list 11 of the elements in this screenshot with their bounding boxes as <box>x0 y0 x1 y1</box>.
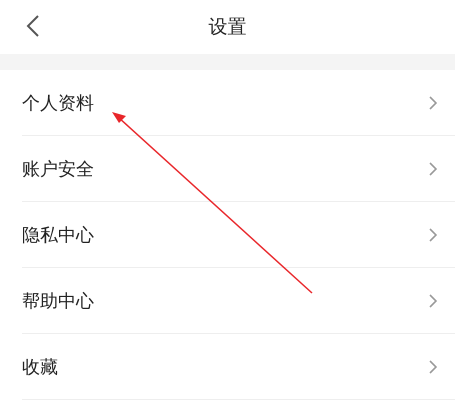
chevron-right-icon <box>429 162 437 176</box>
page-title: 设置 <box>208 15 246 40</box>
chevron-right-icon <box>429 228 437 242</box>
chevron-right-icon <box>429 360 437 374</box>
chevron-right-icon <box>429 96 437 110</box>
menu-item[interactable]: 隐私中心 <box>22 202 455 268</box>
chevron-right-icon <box>429 294 437 308</box>
back-icon[interactable] <box>26 14 40 38</box>
menu-item[interactable]: 账户安全 <box>22 136 455 202</box>
menu-item[interactable]: 帮助中心 <box>22 268 455 334</box>
menu-item[interactable]: 收藏 <box>22 334 455 400</box>
